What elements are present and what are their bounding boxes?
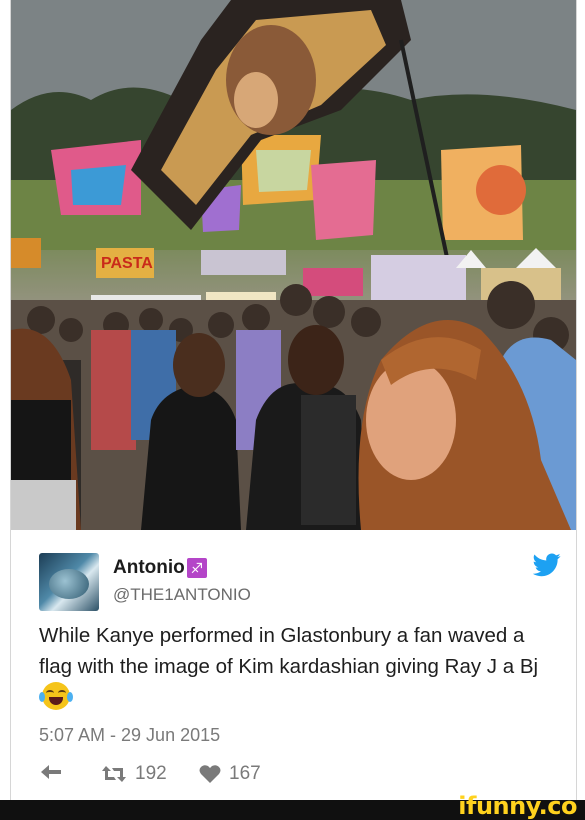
like-count: 167 [229, 763, 261, 784]
retweet-count: 192 [135, 763, 167, 784]
tweet-text: While Kanye performed in Glastonbury a f… [39, 620, 549, 713]
tear-right [67, 692, 73, 702]
reply-arrow-icon [41, 765, 61, 779]
tweet-timestamp[interactable]: 5:07 AM - 29 Jun 2015 [39, 725, 220, 746]
ifunny-watermark: ifunny.co [458, 792, 577, 820]
avatar-photo [49, 569, 89, 599]
author-name[interactable]: Antonio ♐ [113, 557, 207, 579]
face-with-tears-of-joy-icon [39, 682, 73, 710]
tweet-photo[interactable]: PASTA [11, 0, 576, 530]
avatar[interactable] [39, 553, 99, 611]
tweet-header: Antonio ♐ @THE1ANTONIO [39, 553, 561, 613]
watermark-bar: ifunny.co [0, 792, 585, 820]
festival-crowd-photo: PASTA [11, 0, 576, 530]
author-handle[interactable]: @THE1ANTONIO [113, 585, 251, 605]
mouth [49, 697, 63, 705]
sagittarius-icon: ♐ [186, 558, 207, 578]
like-button[interactable]: 167 [199, 763, 261, 785]
reply-button[interactable] [39, 763, 71, 781]
heart-icon [199, 765, 221, 783]
retweet-icon [102, 766, 126, 782]
twitter-bird-icon[interactable] [533, 553, 561, 577]
tweet-text-body: While Kanye performed in Glastonbury a f… [39, 624, 539, 678]
tweet-actions: 192 167 [39, 763, 339, 791]
tweet-card: PASTA Antonio ♐ @THE1ANTONIO While Kanye… [10, 0, 577, 800]
tear-left [39, 692, 45, 702]
author-name-label: Antonio [113, 557, 185, 578]
retweet-button[interactable]: 192 [101, 763, 167, 785]
sign-pasta: PASTA [101, 255, 153, 272]
